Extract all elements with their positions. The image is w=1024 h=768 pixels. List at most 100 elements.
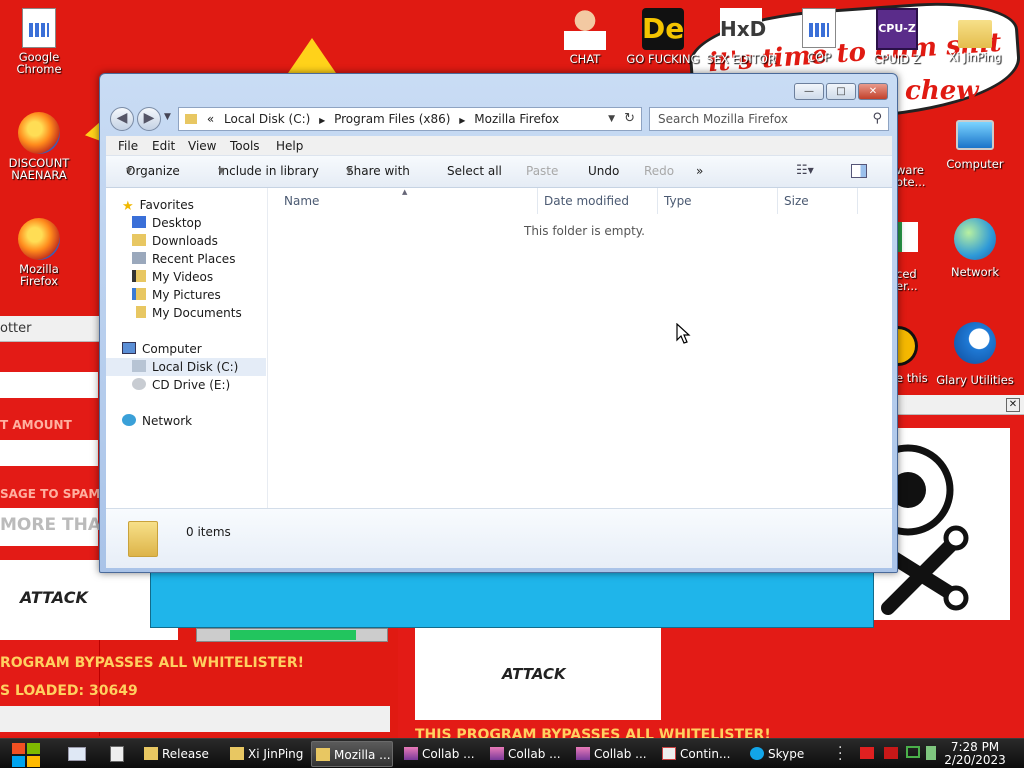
nav-cd-drive[interactable]: CD Drive (E:) [132, 376, 230, 394]
minimize-button[interactable]: — [794, 83, 824, 100]
redo-button[interactable]: Redo [644, 156, 674, 186]
cartoon-banner-text-2: chew [905, 76, 979, 106]
desktop-icon-label: DISCOUNT NAENARA [8, 156, 70, 182]
empty-folder-message: This folder is empty. [524, 224, 645, 238]
address-prefix[interactable]: « [207, 112, 214, 126]
desktop-icon-hxd[interactable]: HxD SEX EDITOR [702, 8, 780, 65]
amount-input[interactable] [0, 440, 98, 466]
nav-localdisk-label: Local Disk (C:) [152, 360, 239, 374]
column-header-date[interactable]: Date modified [538, 188, 658, 214]
nav-videos-label: My Videos [152, 270, 214, 284]
taskbar-item-xijinping[interactable]: Xi JinPing [226, 741, 306, 767]
right-app-close-icon[interactable]: ✕ [1006, 398, 1020, 412]
desktop-icon-discount[interactable]: DISCOUNT NAENARA [0, 112, 78, 181]
tray-flag-icon[interactable] [860, 747, 874, 759]
search-input[interactable]: Search Mozilla Firefox ⚲ [649, 107, 889, 131]
maximize-button[interactable]: □ [826, 83, 856, 100]
refresh-icon[interactable]: ↻ [624, 108, 635, 130]
taskbar-item-contin[interactable]: Contin... [658, 741, 740, 767]
back-button[interactable]: ◀ [110, 107, 134, 131]
nav-network[interactable]: Network [122, 412, 192, 430]
address-dropdown-icon[interactable]: ▼ [608, 108, 615, 130]
menu-view[interactable]: View [188, 136, 216, 156]
taskbar-item-collab-1[interactable]: Collab ... [400, 741, 482, 767]
desktop-icon-malware[interactable]: ware ote... [896, 122, 936, 188]
nav-my-videos[interactable]: My Videos [132, 268, 213, 286]
menu-file[interactable]: File [118, 136, 138, 156]
desktop-icon-label: Xi JinPing [948, 50, 1002, 64]
desktop-icon-network[interactable]: Network [936, 218, 1014, 278]
desktop-icon-label: CPUID Z [873, 52, 921, 66]
taskbar-item-skype[interactable]: Skype [746, 741, 828, 767]
nav-my-pictures[interactable]: My Pictures [132, 286, 221, 304]
desktop-icon-pastethis[interactable]: e this [894, 326, 936, 384]
nav-desktop[interactable]: Desktop [132, 214, 202, 232]
menu-edit[interactable]: Edit [152, 136, 175, 156]
breadcrumb-local-disk[interactable]: Local Disk (C:) [224, 112, 310, 126]
desktop-icon-advanced[interactable]: ced er... [896, 222, 936, 292]
chevron-down-icon: ▼ [126, 166, 133, 175]
nav-downloads[interactable]: Downloads [132, 232, 218, 250]
videos-folder-icon [132, 270, 146, 282]
more-commands-button[interactable]: » [696, 156, 703, 186]
close-button[interactable]: ✕ [858, 83, 888, 100]
tray-network-icon[interactable] [906, 746, 920, 758]
include-library-label: Include in library [218, 164, 319, 178]
folder-icon [185, 114, 197, 124]
chevron-down-icon: ▼ [346, 166, 353, 175]
nav-computer[interactable]: Computer [122, 340, 202, 358]
tray-flag-icon-2[interactable] [884, 747, 898, 759]
desktop-icon-chat[interactable]: CHAT [546, 8, 624, 65]
desktop-icon-firefox[interactable]: Mozilla Firefox [0, 218, 78, 287]
left-footer-box [0, 706, 390, 732]
item-count: 0 items [186, 525, 231, 539]
desktop-icon-computer[interactable]: Computer [936, 120, 1014, 170]
column-type-label: Type [664, 194, 692, 208]
column-header-type[interactable]: Type [658, 188, 778, 214]
explorer-quicklaunch-icon[interactable] [68, 747, 86, 761]
recent-pages-dropdown-icon[interactable]: ▼ [164, 112, 171, 122]
nav-my-documents[interactable]: My Documents [132, 304, 242, 322]
windows-logo-blue [12, 756, 25, 767]
collab-app-icon [490, 747, 504, 760]
column-header-name[interactable]: Name ▲ [278, 188, 538, 214]
tray-overflow-icon[interactable]: · · · [838, 741, 842, 767]
select-all-button[interactable]: Select all [447, 156, 502, 186]
system-clock[interactable]: 7:28 PM 2/20/2023 [932, 741, 1018, 767]
menu-help[interactable]: Help [276, 136, 303, 156]
desktop-icon-glary[interactable]: Glary Utilities [936, 322, 1014, 386]
nav-downloads-label: Downloads [152, 234, 218, 248]
search-icon[interactable]: ⚲ [872, 108, 882, 130]
column-header-size[interactable]: Size [778, 188, 858, 214]
taskbar-item-collab-3[interactable]: Collab ... [572, 741, 654, 767]
taskbar-item-release[interactable]: Release [140, 741, 220, 767]
address-bar[interactable]: « Local Disk (C:) ▶ Program Files (x86) … [178, 107, 642, 131]
breadcrumb-program-files[interactable]: Program Files (x86) [334, 112, 450, 126]
menu-tools[interactable]: Tools [230, 136, 260, 156]
undo-button[interactable]: Undo [588, 156, 619, 186]
taskbar-item-collab-2[interactable]: Collab ... [486, 741, 568, 767]
desktop-icon-chrome[interactable]: Google Chrome [0, 8, 78, 75]
calculator-quicklaunch-icon[interactable] [110, 746, 124, 762]
desktop-icon-xijinping[interactable]: Xi JinPing [936, 8, 1014, 63]
preview-pane-icon[interactable] [851, 164, 867, 178]
nav-recent-places[interactable]: Recent Places [132, 250, 235, 268]
desktop-icon-cpuz[interactable]: CPU-Z CPUID Z [858, 8, 936, 65]
nav-local-disk[interactable]: Local Disk (C:) [106, 358, 266, 376]
paste-button[interactable]: Paste [526, 156, 558, 186]
nav-favorites[interactable]: ★ Favorites [122, 196, 194, 214]
desktop-icon-label: Glary Utilities [936, 373, 1014, 387]
desktop-icon-gofucking[interactable]: De GO FUCKING [624, 8, 702, 65]
desktop-icon-cop[interactable]: COP [780, 8, 858, 63]
start-button-windows-icon[interactable] [10, 741, 42, 767]
column-date-label: Date modified [544, 194, 630, 208]
view-options-icon[interactable]: ☷ ▼ [796, 156, 814, 186]
breadcrumb-mozilla-firefox[interactable]: Mozilla Firefox [474, 112, 559, 126]
file-list[interactable]: Name ▲ Date modified Type Size This folde… [268, 188, 892, 508]
taskbar-item-mozilla[interactable]: Mozilla ... [311, 741, 393, 767]
navigation-pane: ★ Favorites Desktop Downloads Recent Plac… [106, 188, 268, 508]
forward-button[interactable]: ▶ [137, 107, 161, 131]
computer-icon [956, 120, 994, 150]
nav-cddrive-label: CD Drive (E:) [152, 378, 231, 392]
explorer-window[interactable]: — □ ✕ ◀ ▶ ▼ « Local Disk (C:) ▶ Program … [99, 73, 898, 573]
